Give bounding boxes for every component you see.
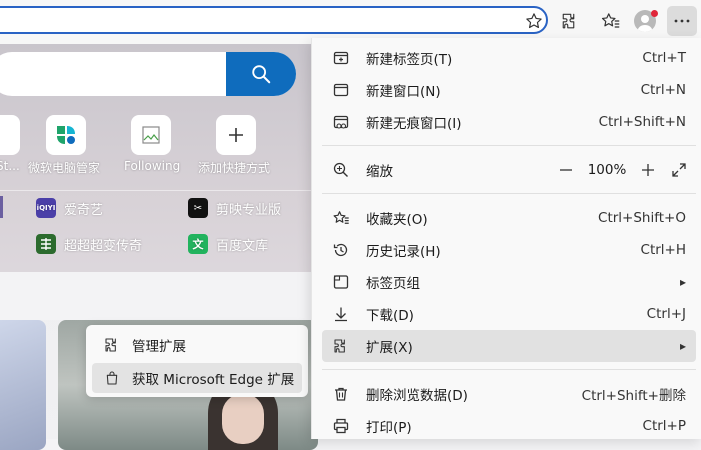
menu-history[interactable]: 历史记录(H) Ctrl+H [322,234,696,266]
quick-tile-pc-manager-label: 微软电脑管家 [28,161,101,175]
puzzle-icon [330,338,352,354]
favorites-icon [330,210,352,226]
chevron-right-icon: ▸ [679,339,686,353]
link-chuanqi-label: 超超超变传奇 [64,238,143,254]
menu-print-label: 打印(P) [366,420,412,436]
search-button[interactable] [226,52,296,96]
menu-new-window[interactable]: 新建窗口(N) Ctrl+N [322,74,696,106]
jianying-icon: ✂ [188,198,208,218]
add-shortcut-label: 添加快捷方式 [198,161,271,175]
puzzle-icon [102,337,122,353]
quick-tile-following-label: Following [124,159,181,173]
fullscreen-icon[interactable] [662,156,696,184]
menu-favorites-shortcut: Ctrl+Shift+O [598,210,686,226]
menu-new-inprivate-label: 新建无痕窗口(I) [366,116,462,132]
menu-clear-browsing-data[interactable]: 删除浏览数据(D) Ctrl+Shift+删除 [322,378,696,410]
quick-tile-pc-manager[interactable] [46,115,86,155]
menu-new-tab-shortcut: Ctrl+T [642,50,686,66]
menu-clear-browsing-data-label: 删除浏览数据(D) [366,388,468,404]
zoom-icon [330,162,352,178]
link-baidu-wenku[interactable]: 文 百度文库 [188,234,268,254]
menu-new-inprivate[interactable]: 新建无痕窗口(I) Ctrl+Shift+N [322,106,696,138]
extensions-icon[interactable] [556,7,584,35]
menu-extensions-label: 扩展(X) [366,340,413,356]
download-icon [330,306,352,322]
divider [0,190,311,191]
address-bar[interactable] [0,6,548,34]
ntp-content-gap [0,272,311,320]
link-iqiyi[interactable]: iQIYI 爱奇艺 [36,198,103,218]
extensions-submenu: 管理扩展 获取 Microsoft Edge 扩展 [86,325,308,397]
feed-card-1[interactable] [0,320,46,450]
trash-icon [330,386,352,402]
menu-extensions[interactable]: 扩展(X) ▸ [322,330,696,362]
menu-separator [322,369,696,370]
link-baidu-wenku-label: 百度文库 [216,238,269,254]
menu-favorites[interactable]: 收藏夹(O) Ctrl+Shift+O [322,202,696,234]
settings-more-menu: 新建标签页(T) Ctrl+T 新建窗口(N) Ctrl+N 新建无痕窗口(I)… [311,38,701,439]
get-edge-extensions-item[interactable]: 获取 Microsoft Edge 扩展 [92,363,302,393]
link-jianying[interactable]: ✂ 剪映专业版 [188,198,281,218]
menu-print-shortcut: Ctrl+P [642,418,686,434]
card-image-face [222,394,264,444]
new-tab-icon [330,50,352,66]
link-chuanqi[interactable]: 超超超变传奇 [36,234,142,254]
menu-history-label: 历史记录(H) [366,244,441,260]
zoom-in-icon[interactable] [634,156,662,184]
search-icon [252,65,271,84]
link-iqiyi-label: 爱奇艺 [64,202,104,218]
add-favorite-star-icon[interactable] [520,7,548,35]
menu-downloads[interactable]: 下载(D) Ctrl+J [322,298,696,330]
manage-extensions-label: 管理扩展 [132,339,186,355]
menu-new-window-label: 新建窗口(N) [366,84,441,100]
shopping-bag-icon [102,370,122,386]
menu-print[interactable]: 打印(P) Ctrl+P [322,410,696,442]
chevron-right-icon: ▸ [679,275,686,289]
menu-zoom: 缩放 100% [322,154,696,186]
get-edge-extensions-label: 获取 Microsoft Edge 扩展 [132,372,295,388]
favorites-icon[interactable] [597,7,625,35]
tab-groups-icon [330,274,352,290]
plus-icon [229,128,243,142]
link-edge-marker [0,196,3,218]
menu-separator [322,193,696,194]
manage-extensions-item[interactable]: 管理扩展 [92,330,302,360]
history-icon [330,242,352,258]
menu-zoom-label: 缩放 [366,164,393,180]
menu-tab-groups-label: 标签页组 [366,276,420,292]
quick-tile-1-label: St... [0,159,20,173]
baidu-wenku-icon: 文 [188,234,208,254]
quick-tile-following[interactable] [131,115,171,155]
menu-history-shortcut: Ctrl+H [640,242,686,258]
print-icon [330,418,352,434]
menu-downloads-label: 下载(D) [366,308,414,324]
menu-favorites-label: 收藏夹(O) [366,212,428,228]
menu-downloads-shortcut: Ctrl+J [646,306,686,322]
menu-tab-groups[interactable]: 标签页组 ▸ [322,266,696,298]
iqiyi-icon: iQIYI [36,198,56,218]
more-menu-icon[interactable] [667,6,697,36]
menu-new-tab-label: 新建标签页(T) [366,52,453,68]
pc-manager-icon [57,126,75,144]
broken-image-icon [142,126,160,144]
new-window-icon [330,82,352,98]
notification-dot [651,10,658,17]
menu-separator [322,145,696,146]
chuanqi-icon [36,234,56,254]
inprivate-window-icon [330,114,352,130]
add-shortcut-tile[interactable] [216,115,256,155]
menu-clear-browsing-data-shortcut: Ctrl+Shift+删除 [581,388,686,404]
zoom-out-icon[interactable] [552,156,580,184]
menu-new-tab[interactable]: 新建标签页(T) Ctrl+T [322,42,696,74]
link-jianying-label: 剪映专业版 [216,202,282,218]
quick-tile-1[interactable] [0,115,20,155]
menu-new-inprivate-shortcut: Ctrl+Shift+N [598,114,686,130]
menu-new-window-shortcut: Ctrl+N [640,82,686,98]
zoom-level: 100% [587,162,627,178]
